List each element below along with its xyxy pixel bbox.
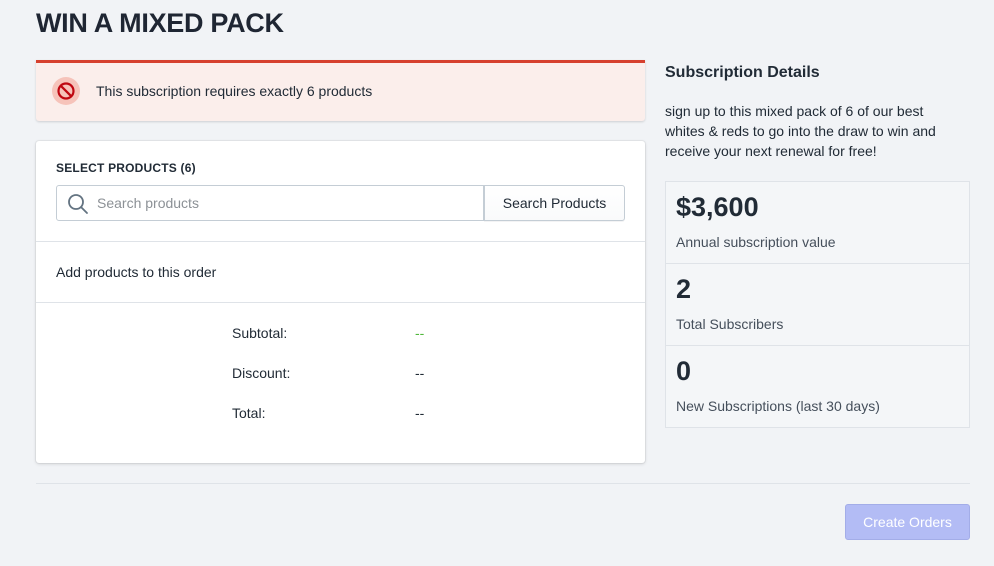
stat-card-total-subscribers: 2 Total Subscribers (665, 263, 970, 346)
search-field[interactable] (56, 185, 484, 221)
error-message: This subscription requires exactly 6 pro… (96, 83, 373, 99)
search-icon (67, 193, 89, 215)
stat-value: $3,600 (676, 192, 759, 222)
page: WIN A MIXED PACK This subscription requi… (0, 0, 994, 566)
stat-label: Annual subscription value (676, 234, 836, 250)
create-orders-button[interactable]: Create Orders (845, 504, 970, 540)
stat-card-annual-value: $3,600 Annual subscription value (665, 181, 970, 264)
discount-label: Discount: (232, 365, 291, 381)
subscription-details-heading: Subscription Details (665, 64, 820, 81)
search-products-button[interactable]: Search Products (484, 185, 625, 221)
search-input[interactable] (97, 186, 477, 220)
products-card: SELECT PRODUCTS (6) Search Products Add … (36, 141, 645, 463)
stat-label: New Subscriptions (last 30 days) (676, 398, 880, 414)
footer-divider (36, 483, 970, 484)
divider (36, 241, 645, 242)
stat-card-new-subscriptions: 0 New Subscriptions (last 30 days) (665, 345, 970, 428)
total-label: Total: (232, 405, 266, 421)
subtotal-label: Subtotal: (232, 325, 288, 341)
stat-value: 2 (676, 274, 692, 304)
select-products-heading: SELECT PRODUCTS (6) (56, 161, 196, 175)
subtotal-value: -- (415, 325, 425, 341)
divider (36, 302, 645, 303)
stat-value: 0 (676, 356, 692, 386)
error-banner: This subscription requires exactly 6 pro… (36, 60, 645, 121)
stat-label: Total Subscribers (676, 316, 784, 332)
page-title: WIN A MIXED PACK (36, 8, 284, 38)
total-value: -- (415, 405, 425, 421)
discount-value: -- (415, 365, 425, 381)
prohibited-icon (52, 77, 80, 105)
subscription-description: sign up to this mixed pack of 6 of our b… (665, 103, 936, 159)
empty-products-message: Add products to this order (56, 264, 217, 280)
